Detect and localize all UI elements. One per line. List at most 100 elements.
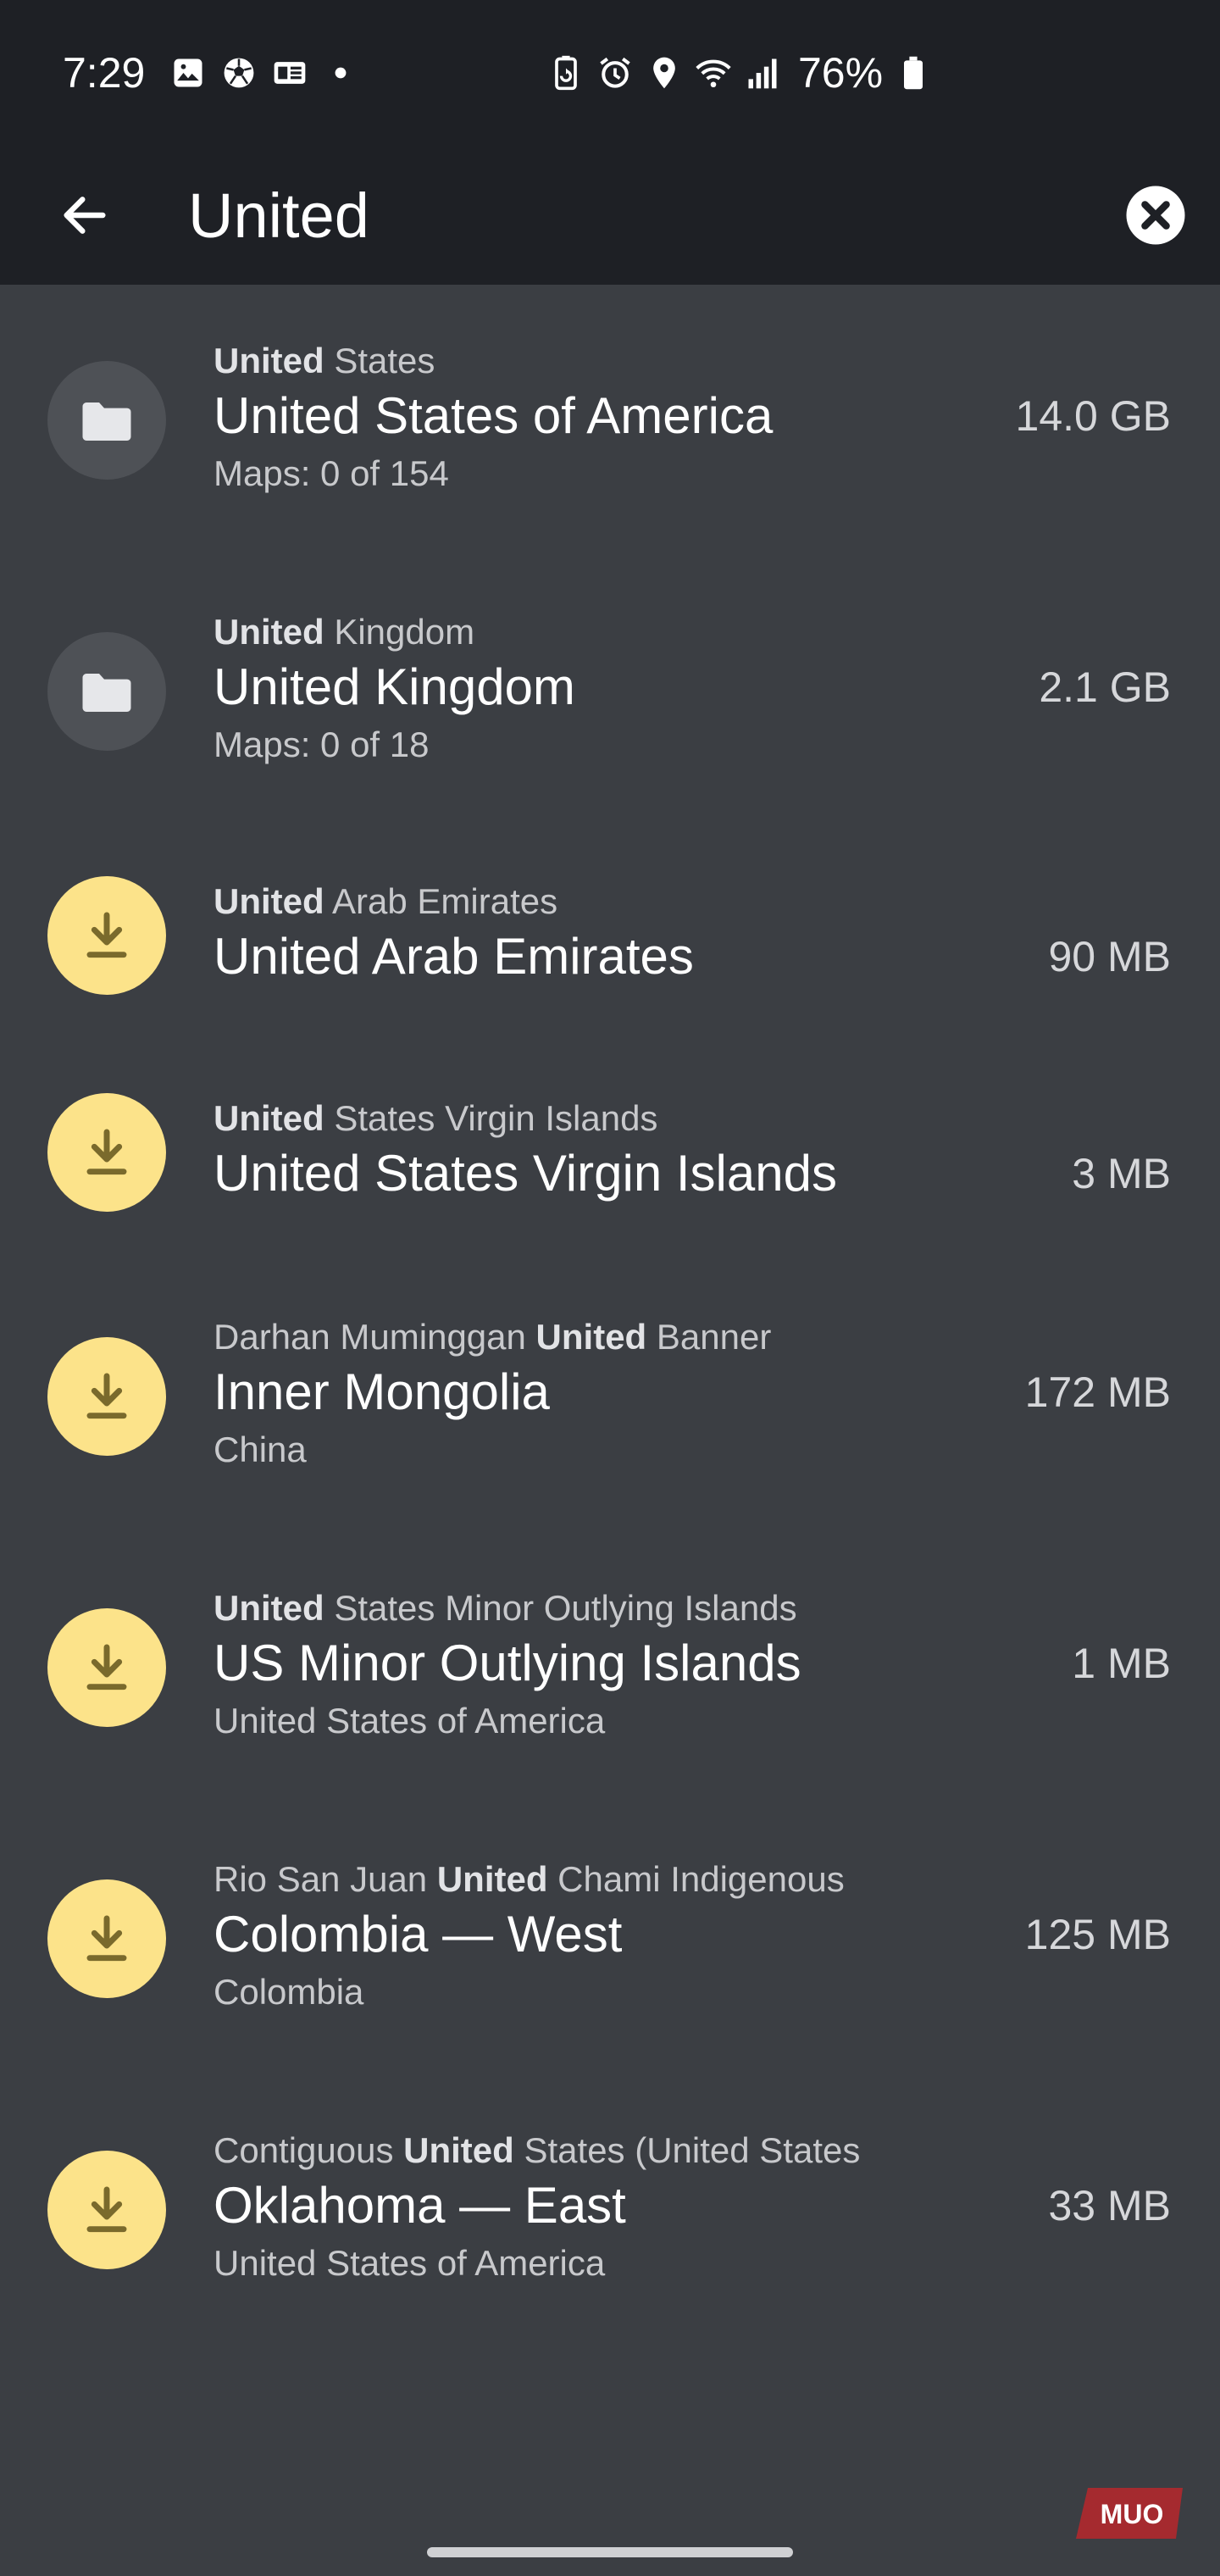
result-subtitle: United States of America [214, 1701, 606, 1740]
gesture-home-bar[interactable] [427, 2547, 793, 2557]
result-path-match: United [436, 1859, 548, 1899]
result-path-prefix: Contiguous [214, 2130, 404, 2170]
result-subtitle: Maps: 0 of 154 [214, 453, 449, 493]
result-text: United States Virgin Islands United State… [214, 1096, 976, 1206]
result-subtitle: Maps: 0 of 18 [214, 724, 430, 764]
result-size: 33 MB [1048, 2182, 1171, 2229]
result-path: Contiguous United States (United States [214, 2128, 976, 2174]
result-text: Rio San Juan United Chami Indigenous Colo… [214, 1857, 976, 2018]
map-download-search-screen: 7:29 76% United United States United Sta… [0, 0, 1220, 2576]
result-path-match: United [214, 881, 324, 921]
result-row[interactable]: Rio San Juan United Chami Indigenous Colo… [0, 1803, 1220, 2074]
result-path: United Kingdom [214, 609, 976, 655]
download-icon[interactable] [47, 2151, 166, 2269]
folder-icon [47, 632, 166, 751]
result-title: United States of America [214, 387, 774, 444]
result-path: United States [214, 338, 976, 384]
result-path-suffix: Kingdom [324, 612, 475, 652]
result-path-match: United [214, 1588, 324, 1628]
result-path: United States Virgin Islands [214, 1096, 976, 1141]
soccer-ball-icon [220, 54, 258, 92]
download-icon[interactable] [47, 1879, 166, 1998]
muo-watermark-logo: MUO [1076, 2483, 1195, 2544]
result-text: Contiguous United States (United States O… [214, 2128, 976, 2289]
clear-search-button[interactable] [1115, 175, 1196, 256]
result-row[interactable]: Contiguous United States (United States O… [0, 2074, 1220, 2346]
news-icon [271, 54, 308, 92]
result-text: United States Minor Outlying Islands US M… [214, 1585, 976, 1746]
result-path: Rio San Juan United Chami Indigenous [214, 1857, 976, 1902]
result-path: United Arab Emirates [214, 879, 976, 924]
result-text: Darhan Muminggan United Banner Inner Mong… [214, 1314, 976, 1475]
status-time: 7:29 [63, 49, 146, 97]
alarm-icon [596, 54, 634, 92]
recycle-battery-icon [547, 54, 585, 92]
result-path-suffix: States Minor Outlying Islands [324, 1588, 797, 1628]
result-size: 3 MB [1072, 1150, 1171, 1197]
result-title: Oklahoma — East [214, 2177, 626, 2234]
result-path-match: United [214, 1098, 324, 1138]
result-path-suffix: States (United States [513, 2130, 861, 2170]
result-path-match: United [214, 612, 324, 652]
result-text: United States United States of America Map… [214, 338, 976, 499]
result-size: 14.0 GB [1015, 392, 1171, 440]
download-icon[interactable] [47, 876, 166, 995]
gallery-icon [169, 54, 207, 92]
wifi-icon [695, 54, 732, 92]
result-path-suffix: States [324, 341, 435, 380]
search-bar [0, 146, 1220, 285]
battery-percent: 76% [798, 49, 884, 97]
download-icon[interactable] [47, 1608, 166, 1727]
result-text: United Arab Emirates United Arab Emirates [214, 879, 976, 989]
status-notification-icons [169, 54, 359, 92]
result-row[interactable]: United Arab Emirates United Arab Emirates… [0, 827, 1220, 1044]
result-title: United Arab Emirates [214, 928, 694, 985]
result-path-suffix: Arab Emirates [324, 881, 558, 921]
download-icon[interactable] [47, 1337, 166, 1456]
result-path-prefix: Darhan Muminggan [214, 1317, 536, 1357]
result-row[interactable]: United States Virgin Islands United State… [0, 1044, 1220, 1261]
svg-text:MUO: MUO [1101, 2499, 1164, 2529]
location-icon [646, 54, 683, 92]
result-subtitle: Colombia [214, 1972, 364, 2012]
top-app-bar: 7:29 76% United [0, 0, 1220, 285]
search-results-list: United States United States of America Map… [0, 285, 1220, 2346]
back-button[interactable] [44, 175, 125, 256]
result-path-suffix: Chami Indigenous [547, 1859, 845, 1899]
result-size: 90 MB [1048, 933, 1171, 980]
result-row[interactable]: United Kingdom United Kingdom Maps: 0 of 1… [0, 556, 1220, 827]
download-icon[interactable] [47, 1093, 166, 1212]
result-path: United States Minor Outlying Islands [214, 1585, 976, 1631]
result-title: US Minor Outlying Islands [214, 1635, 801, 1691]
result-row[interactable]: Darhan Muminggan United Banner Inner Mong… [0, 1261, 1220, 1532]
battery-icon [895, 54, 932, 92]
close-circle-icon [1126, 186, 1185, 245]
result-size: 125 MB [1024, 1911, 1171, 1958]
result-path-match: United [535, 1317, 647, 1357]
result-title: United Kingdom [214, 658, 575, 715]
result-path-suffix: States Virgin Islands [324, 1098, 658, 1138]
signal-icon [744, 54, 781, 92]
result-size: 2.1 GB [1039, 663, 1171, 711]
result-title: Colombia — West [214, 1906, 623, 1963]
result-subtitle: United States of America [214, 2243, 606, 2283]
result-text: United Kingdom United Kingdom Maps: 0 of 1… [214, 609, 976, 770]
folder-icon [47, 361, 166, 480]
notification-dot-icon [322, 54, 359, 92]
result-row[interactable]: United States Minor Outlying Islands US M… [0, 1532, 1220, 1803]
result-title: United States Virgin Islands [214, 1145, 837, 1202]
result-path-suffix: Banner [646, 1317, 772, 1357]
result-path-match: United [214, 341, 324, 380]
status-bar: 7:29 76% [0, 0, 1220, 146]
result-path-prefix: Rio San Juan [214, 1859, 437, 1899]
result-size: 172 MB [1024, 1368, 1171, 1416]
search-input[interactable] [188, 168, 1069, 263]
result-row[interactable]: United States United States of America Map… [0, 285, 1220, 556]
result-path: Darhan Muminggan United Banner [214, 1314, 976, 1360]
status-system-icons: 76% [547, 47, 932, 98]
result-path-match: United [403, 2130, 514, 2170]
result-title: Inner Mongolia [214, 1363, 550, 1420]
result-size: 1 MB [1072, 1640, 1171, 1687]
result-subtitle: China [214, 1430, 307, 1469]
arrow-left-icon [64, 197, 106, 234]
